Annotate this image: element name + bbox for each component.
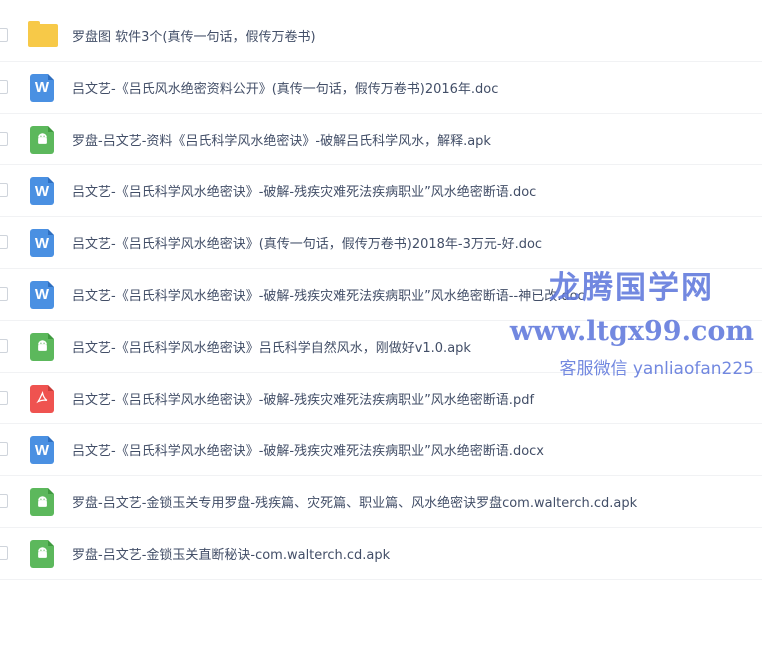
row-checkbox[interactable]: [0, 545, 8, 560]
file-name[interactable]: 吕文艺-《吕氏科学风水绝密诀》-破解-残疾灾难死法疾病职业”风水绝密断语.doc: [72, 181, 536, 200]
pdf-icon: [30, 384, 54, 413]
row-checkbox[interactable]: [0, 338, 8, 353]
row-checkbox[interactable]: [0, 79, 8, 94]
file-name[interactable]: 吕文艺-《吕氏科学风水绝密诀》-破解-残疾灾难死法疾病职业”风水绝密断语.pdf: [72, 389, 534, 408]
row-checkbox[interactable]: [0, 442, 8, 457]
android-robot-icon: [37, 133, 47, 144]
row-checkbox[interactable]: [0, 28, 8, 42]
file-row[interactable]: 吕文艺-《吕氏科学风水绝密诀》-破解-残疾灾难死法疾病职业”风水绝密断语.pdf: [0, 373, 762, 425]
file-name[interactable]: 吕文艺-《吕氏科学风水绝密诀》(真传一句话，假传万卷书)2018年-3万元-好.…: [72, 233, 542, 252]
file-name[interactable]: 吕文艺-《吕氏科学风水绝密诀》-破解-残疾灾难死法疾病职业”风水绝密断语.doc…: [72, 440, 544, 459]
file-list: 罗盘图 软件3个(真传一句话，假传万卷书) W 吕文艺-《吕氏风水绝密资料公开》…: [0, 10, 762, 580]
android-apk-icon: [30, 125, 54, 154]
file-row[interactable]: W 吕文艺-《吕氏科学风水绝密诀》-破解-残疾灾难死法疾病职业”风水绝密断语--…: [0, 269, 762, 321]
file-name[interactable]: 罗盘-吕文艺-资料《吕氏科学风水绝密诀》-破解吕氏科学风水，解释.apk: [72, 130, 491, 149]
word-doc-icon: W: [30, 177, 54, 206]
row-checkbox[interactable]: [0, 235, 8, 250]
folder-icon: [28, 21, 58, 47]
word-doc-icon: W: [30, 280, 54, 309]
file-name[interactable]: 吕文艺-《吕氏科学风水绝密诀》-破解-残疾灾难死法疾病职业”风水绝密断语--神已…: [72, 285, 585, 304]
file-row[interactable]: W 吕文艺-《吕氏科学风水绝密诀》-破解-残疾灾难死法疾病职业”风水绝密断语.d…: [0, 424, 762, 477]
file-name[interactable]: 罗盘图 软件3个(真传一句话，假传万卷书): [72, 26, 316, 45]
android-apk-icon: [30, 539, 54, 568]
android-apk-icon: [30, 488, 54, 517]
file-name[interactable]: 吕文艺-《吕氏科学风水绝密诀》吕氏科学自然风水，刚做好v1.0.apk: [72, 337, 471, 356]
file-name[interactable]: 罗盘-吕文艺-金锁玉关专用罗盘-残疾篇、灾死篇、职业篇、风水绝密诀罗盘com.w…: [72, 492, 637, 511]
file-row[interactable]: W 吕文艺-《吕氏科学风水绝密诀》-破解-残疾灾难死法疾病职业”风水绝密断语.d…: [0, 165, 762, 218]
row-checkbox[interactable]: [0, 390, 8, 405]
file-row[interactable]: 罗盘-吕文艺-金锁玉关直断秘诀-com.walterch.cd.apk: [0, 528, 762, 580]
file-row[interactable]: 罗盘-吕文艺-资料《吕氏科学风水绝密诀》-破解吕氏科学风水，解释.apk: [0, 114, 762, 166]
word-doc-icon: W: [30, 73, 54, 102]
file-row[interactable]: W 吕文艺-《吕氏科学风水绝密诀》(真传一句话，假传万卷书)2018年-3万元-…: [0, 217, 762, 269]
pdf-symbol-icon: [35, 391, 47, 404]
row-checkbox[interactable]: [0, 286, 8, 301]
row-checkbox[interactable]: [0, 131, 8, 146]
file-name[interactable]: 吕文艺-《吕氏风水绝密资料公开》(真传一句话，假传万卷书)2016年.doc: [72, 78, 498, 97]
android-apk-icon: [30, 332, 54, 361]
file-row[interactable]: W 吕文艺-《吕氏风水绝密资料公开》(真传一句话，假传万卷书)2016年.doc: [0, 62, 762, 114]
android-robot-icon: [37, 340, 47, 352]
row-checkbox[interactable]: [0, 494, 8, 509]
row-checkbox[interactable]: [0, 183, 8, 198]
file-row[interactable]: 吕文艺-《吕氏科学风水绝密诀》吕氏科学自然风水，刚做好v1.0.apk: [0, 321, 762, 373]
file-row[interactable]: 罗盘-吕文艺-金锁玉关专用罗盘-残疾篇、灾死篇、职业篇、风水绝密诀罗盘com.w…: [0, 476, 762, 528]
word-doc-icon: W: [30, 436, 54, 465]
file-row[interactable]: 罗盘图 软件3个(真传一句话，假传万卷书): [0, 10, 762, 62]
android-robot-icon: [37, 495, 47, 507]
android-robot-icon: [37, 547, 47, 559]
file-name[interactable]: 罗盘-吕文艺-金锁玉关直断秘诀-com.walterch.cd.apk: [72, 544, 390, 563]
word-doc-icon: W: [30, 229, 54, 258]
